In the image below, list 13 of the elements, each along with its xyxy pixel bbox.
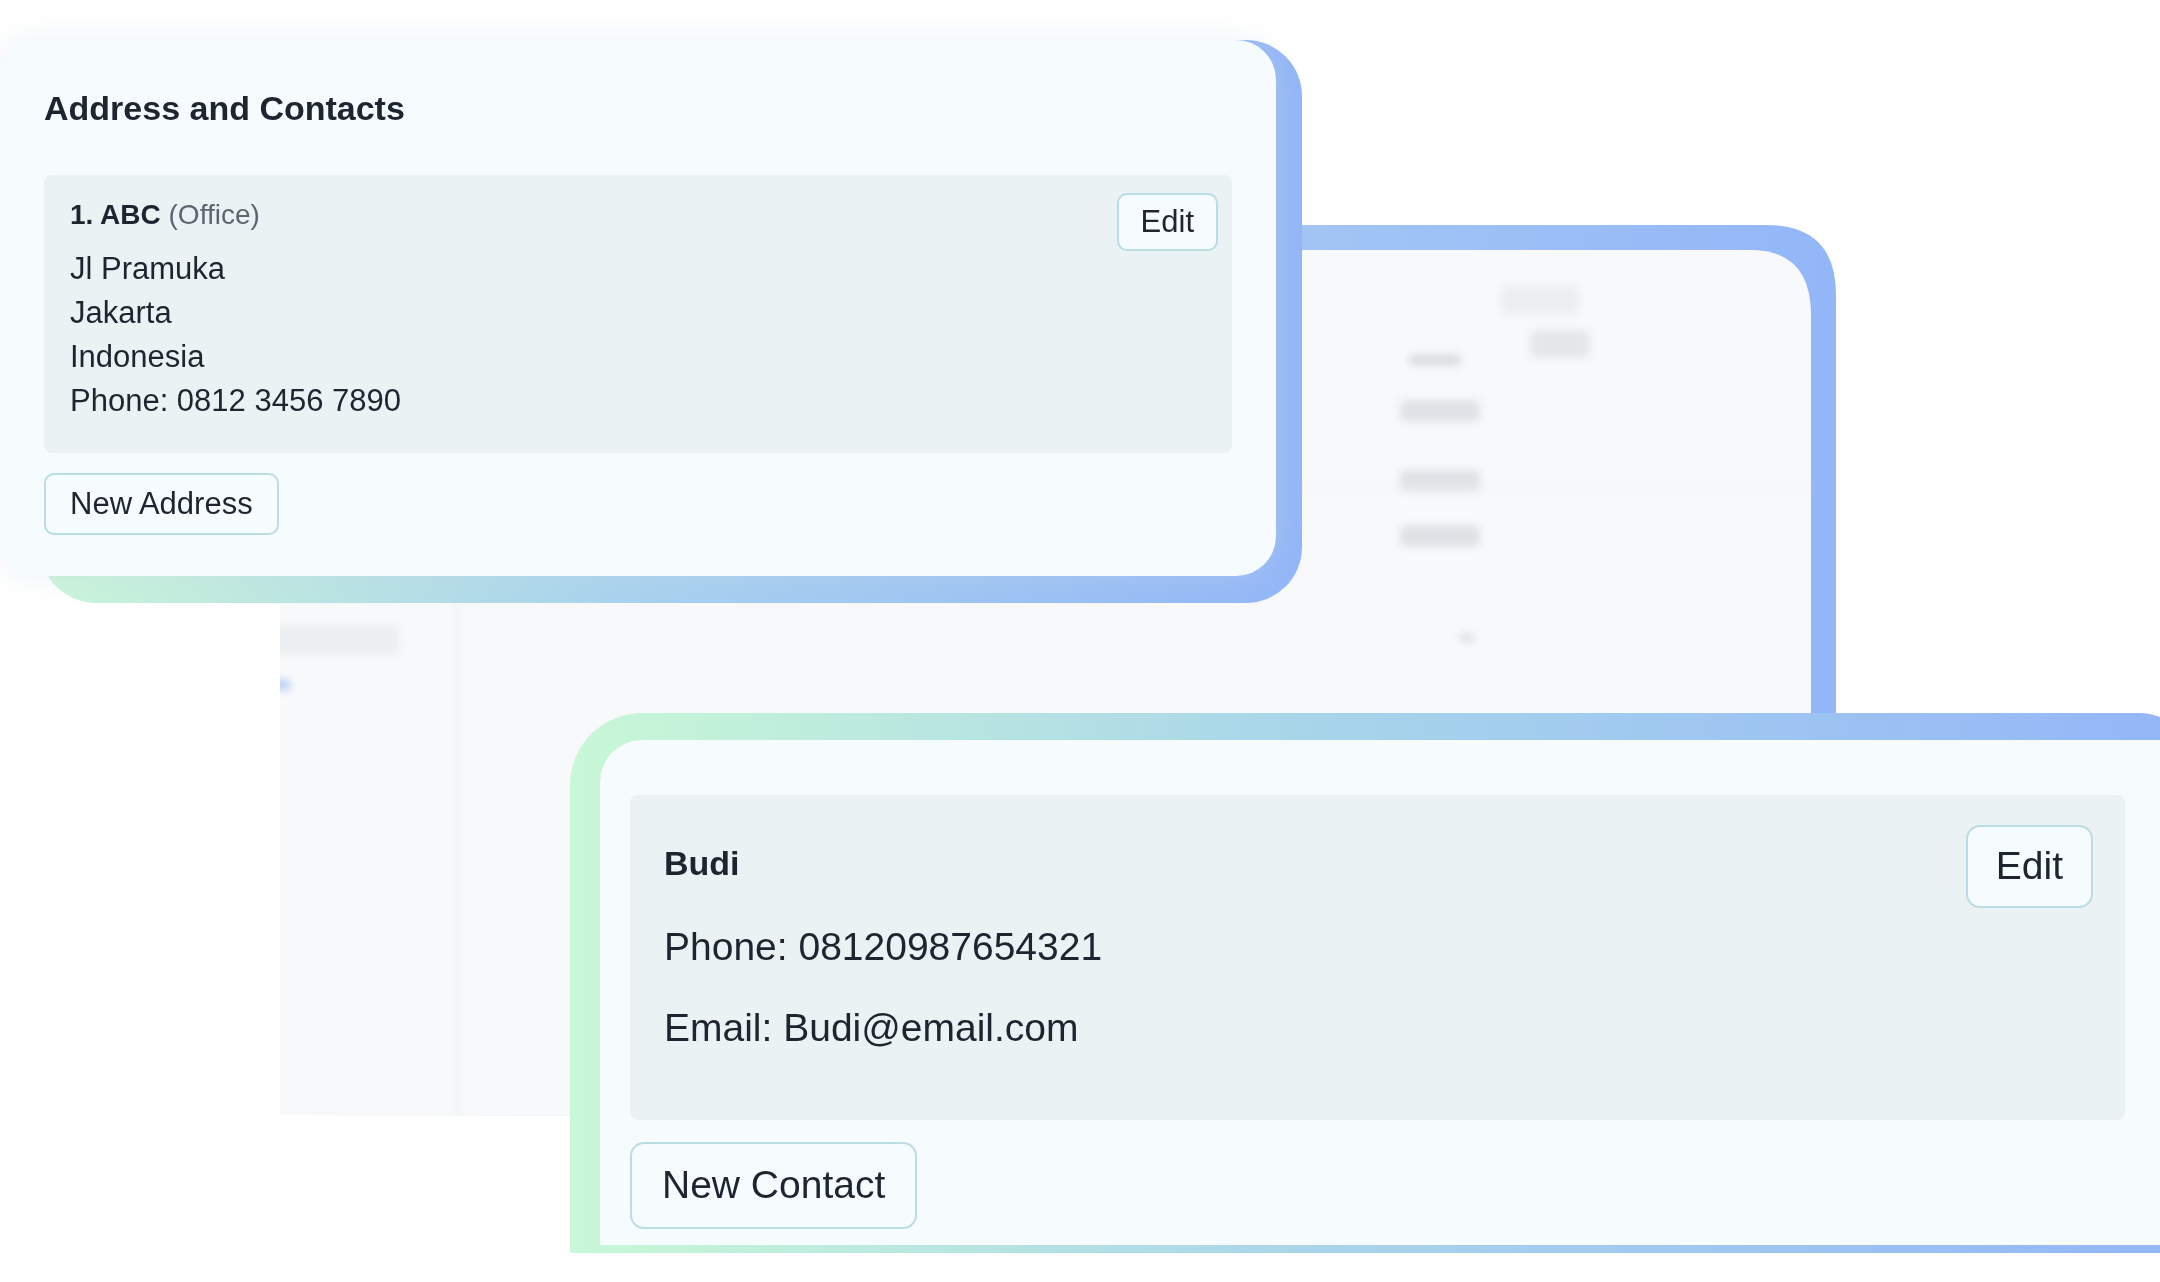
edit-button[interactable]: Edit: [1965, 825, 2093, 908]
section-title: Address and Contacts: [44, 88, 406, 129]
edit-button[interactable]: Edit: [1116, 192, 1218, 252]
contact-email: Email: Budi@email.com: [664, 1004, 1079, 1051]
address-line: Indonesia: [70, 338, 205, 377]
contact-name: Budi: [664, 843, 740, 884]
new-contact-button[interactable]: New Contact: [630, 1142, 918, 1229]
new-address-button[interactable]: New Address: [44, 472, 279, 536]
contact-phone: Phone: 08120987654321: [664, 923, 1103, 970]
address-line: Phone: 0812 3456 7890: [70, 382, 401, 421]
address-line: Jakarta: [70, 294, 172, 333]
address-name: 1. ABC (Office): [70, 197, 260, 232]
address-line: Jl Pramuka: [70, 250, 226, 289]
